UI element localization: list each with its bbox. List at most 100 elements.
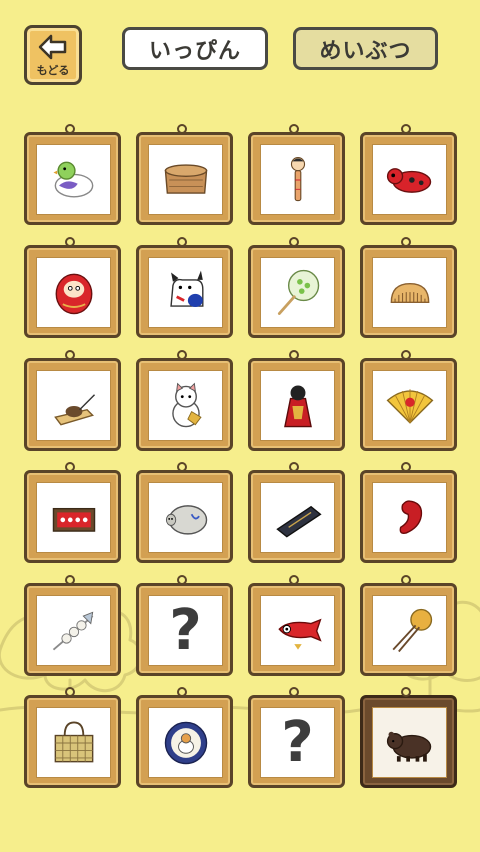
card-frame — [248, 358, 345, 451]
card-frame — [360, 470, 457, 563]
card-inner — [148, 707, 223, 778]
mousetrap-icon — [53, 393, 95, 425]
card-inner — [260, 482, 335, 553]
item-card[interactable] — [136, 462, 233, 563]
card-hook — [289, 350, 299, 360]
item-card[interactable] — [136, 350, 233, 451]
card-frame — [24, 470, 121, 563]
card-inner — [372, 144, 447, 215]
kanzashi-hairpin-icon — [392, 608, 432, 652]
card-hook — [177, 687, 187, 697]
card-hook — [289, 124, 299, 134]
item-card[interactable] — [360, 124, 457, 225]
red-figure-icon — [283, 384, 312, 427]
card-hook — [65, 462, 75, 472]
black-case-icon — [275, 505, 322, 538]
card-hook — [65, 124, 75, 134]
question-mark-icon: ? — [169, 597, 202, 663]
card-frame — [360, 583, 457, 676]
matchbox-icon — [52, 507, 95, 532]
card-hook — [401, 575, 411, 585]
card-frame — [248, 583, 345, 676]
item-card[interactable] — [248, 124, 345, 225]
boar-incense-holder-icon — [165, 504, 207, 535]
item-card[interactable] — [360, 237, 457, 338]
collection-grid: ?? — [0, 0, 480, 852]
card-hook — [177, 237, 187, 247]
card-hook — [289, 687, 299, 697]
card-inner — [372, 482, 447, 553]
question-mark-icon: ? — [281, 709, 314, 775]
item-card[interactable] — [136, 687, 233, 788]
card-inner — [260, 595, 335, 666]
item-card[interactable] — [248, 237, 345, 338]
inu-hariko-dog-icon — [169, 270, 203, 307]
card-frame — [24, 245, 121, 338]
item-card[interactable] — [248, 575, 345, 676]
card-inner — [36, 482, 111, 553]
card-hook — [401, 124, 411, 134]
pearl-hair-ornament-icon — [52, 611, 93, 650]
item-card[interactable] — [360, 687, 457, 788]
item-card[interactable] — [24, 237, 121, 338]
card-hook — [289, 575, 299, 585]
back-button-label: もどる — [36, 64, 70, 77]
uchiwa-fan-icon — [277, 269, 319, 315]
card-inner: ? — [148, 595, 223, 666]
card-frame: ? — [136, 583, 233, 676]
card-inner — [36, 144, 111, 215]
maneki-neko-icon — [171, 382, 202, 427]
card-hook — [177, 575, 187, 585]
card-inner — [260, 257, 335, 328]
item-card[interactable] — [24, 462, 121, 563]
card-frame — [24, 583, 121, 676]
item-card[interactable] — [136, 124, 233, 225]
card-hook — [401, 350, 411, 360]
item-card[interactable] — [24, 124, 121, 225]
card-frame — [360, 245, 457, 338]
item-card[interactable] — [24, 575, 121, 676]
tab-ippin[interactable]: いっぴん — [122, 27, 268, 70]
card-frame — [136, 245, 233, 338]
kokeshi-doll-icon — [290, 156, 305, 201]
card-frame — [136, 470, 233, 563]
red-magatama-icon — [399, 499, 422, 534]
item-card[interactable]: ? — [248, 687, 345, 788]
card-frame — [136, 132, 233, 225]
item-card[interactable] — [136, 237, 233, 338]
card-inner — [36, 707, 111, 778]
card-hook — [289, 237, 299, 247]
card-frame — [248, 132, 345, 225]
item-card[interactable] — [248, 462, 345, 563]
item-card[interactable] — [24, 350, 121, 451]
card-frame — [136, 695, 233, 788]
back-button[interactable]: もどる — [24, 25, 82, 85]
card-frame — [24, 358, 121, 451]
card-frame — [248, 245, 345, 338]
card-inner — [372, 707, 447, 778]
card-inner — [372, 595, 447, 666]
card-frame — [360, 132, 457, 225]
card-hook — [65, 687, 75, 697]
card-hook — [401, 462, 411, 472]
card-inner — [36, 370, 111, 441]
bear-carving-icon — [386, 731, 431, 762]
item-card[interactable]: ? — [136, 575, 233, 676]
card-hook — [65, 237, 75, 247]
item-card[interactable] — [24, 687, 121, 788]
card-inner — [36, 595, 111, 666]
item-card[interactable] — [360, 575, 457, 676]
card-inner — [148, 257, 223, 328]
folding-fan-icon — [386, 388, 433, 424]
card-frame — [24, 132, 121, 225]
comb-icon — [390, 282, 429, 303]
item-card[interactable] — [248, 350, 345, 451]
card-hook — [65, 575, 75, 585]
card-hook — [177, 462, 187, 472]
akabeko-cow-icon — [386, 167, 431, 193]
item-card[interactable] — [360, 462, 457, 563]
pigeon-whistle-icon — [52, 161, 93, 197]
tab-meibutsu[interactable]: めいぶつ — [293, 27, 438, 70]
item-card[interactable] — [360, 350, 457, 451]
card-inner — [148, 370, 223, 441]
